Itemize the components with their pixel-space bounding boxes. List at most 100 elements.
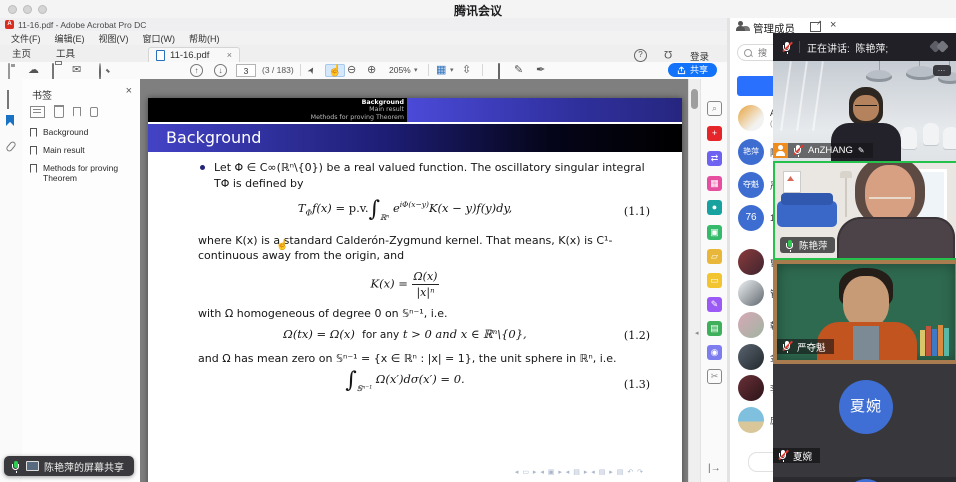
menu-help[interactable]: 帮助(H) — [182, 32, 227, 45]
equation-1-1: TΦf(x) = p.v.∫ℝⁿ eiΦ(x−y)K(x − y)f(y)dy,… — [198, 197, 650, 226]
search-tools-icon[interactable]: ⌕ — [707, 101, 722, 116]
new-bookmark-icon[interactable] — [73, 107, 81, 117]
page-display-icon[interactable]: ▦ — [436, 64, 446, 77]
select-tool-icon[interactable]: ➤ — [304, 64, 319, 77]
left-rail — [0, 79, 23, 482]
slide-header-blue-block — [407, 98, 682, 122]
expand-bookmark-icon[interactable] — [90, 107, 98, 117]
tab-tools[interactable]: 工具 — [46, 47, 85, 62]
expand-rail-icon[interactable]: |→ — [708, 463, 721, 474]
screen-share-label: 陈艳萍的屏幕共享 — [44, 459, 124, 474]
edit-pdf-icon[interactable]: ▣ — [707, 225, 722, 240]
page-number-input[interactable] — [236, 64, 256, 77]
acrobat-toolbar: ☁ ✉ ↑ ↓ (3 / 183) ➤ ☝ ⊖ ⊕ 205% ▾ ▦ ▾ ⇳ ✎… — [0, 62, 727, 80]
acrobat-window-title: 11-16.pdf - Adobe Acrobat Pro DC — [18, 20, 146, 30]
acrobat-tabbar: 主页 工具 11-16.pdf × ? Ω 登录 — [0, 45, 727, 63]
participant-name: 夏婉 — [793, 449, 812, 463]
screen-share-icon — [26, 461, 39, 471]
login-link[interactable]: 登录 — [690, 49, 709, 63]
menu-file[interactable]: 文件(F) — [4, 32, 48, 45]
avatar: 夺魁 — [738, 172, 764, 198]
acrobat-window: A 11-16.pdf - Adobe Acrobat Pro DC 文件(F)… — [0, 18, 727, 482]
menu-edit[interactable]: 编辑(E) — [48, 32, 92, 45]
video-tile-xiawan[interactable]: 夏婉 夏婉 — [773, 364, 956, 477]
slide-paragraph-4: and Ω has mean zero on 𝕊ⁿ⁻¹ = {x ∈ ℝⁿ : … — [198, 351, 650, 367]
next-page-icon[interactable]: ↓ — [214, 64, 227, 77]
app-title: 腾讯会议 — [0, 2, 956, 19]
equation-kernel: K(x) = Ω(x)|x|ⁿ — [198, 270, 650, 299]
previous-page-icon[interactable]: ↑ — [190, 64, 203, 77]
bookmark-item-main-result[interactable]: Main result — [30, 145, 134, 155]
protect-icon[interactable]: ◉ — [707, 345, 722, 360]
avatar — [738, 407, 764, 433]
equation-number: (1.2) — [612, 328, 650, 344]
tab-close-icon[interactable]: × — [227, 48, 232, 63]
slide-paragraph-2: where K(x) is a standard Calderón-Zygmun… — [198, 233, 650, 264]
zoom-out-icon[interactable]: ⊖ — [347, 64, 356, 77]
acrobat-titlebar: A 11-16.pdf - Adobe Acrobat Pro DC — [0, 18, 727, 31]
bookmarks-close-icon[interactable]: × — [126, 85, 132, 97]
collapse-rail-icon[interactable]: ◂ — [695, 329, 699, 337]
rename-pencil-icon[interactable]: ✎ — [858, 146, 865, 155]
tools-rail: ⌕ + ⇄ ▦ ● ▣ ▱ ▭ ✎ ▤ ◉ ✂ ◂ |→ — [700, 79, 728, 482]
attachments-icon[interactable] — [5, 140, 17, 152]
avatar — [738, 105, 764, 131]
participant-name: AnZHANG — [808, 145, 853, 156]
create-pdf-icon[interactable]: + — [707, 126, 722, 141]
slide-page: Background Main result Methods for provi… — [148, 98, 682, 482]
bookmarks-panel-icon[interactable] — [6, 115, 14, 126]
meeting-logo-icon — [930, 41, 950, 53]
page-display-caret-icon[interactable]: ▾ — [450, 64, 454, 77]
hand-tool-icon[interactable]: ☝ — [325, 64, 345, 77]
equation-number: (1.1) — [612, 204, 650, 220]
comment-tool-icon[interactable]: ▭ — [707, 273, 722, 288]
video-name-bar: 严夺魁 — [777, 339, 834, 354]
mic-muted-icon — [782, 41, 792, 54]
bookmark-icon — [30, 164, 37, 173]
video-tile-anzhang[interactable]: AnZHANG ✎ — [773, 61, 956, 161]
sign-icon[interactable]: ✒ — [536, 64, 545, 77]
acrobat-menubar: 文件(F) 编辑(E) 视图(V) 窗口(W) 帮助(H) — [0, 31, 727, 45]
avatar: 76 — [738, 205, 764, 231]
notifications-bell-icon[interactable]: Ω — [664, 48, 672, 60]
slide-paragraph-1: Let Φ ∈ C∞(ℝⁿ\{0}) be a real valued func… — [198, 160, 650, 191]
menu-window[interactable]: 窗口(W) — [136, 32, 183, 45]
zoom-dropdown-caret-icon[interactable]: ▾ — [414, 64, 418, 77]
bookmark-item-background[interactable]: Background — [30, 127, 134, 137]
tab-document[interactable]: 11-16.pdf × — [148, 47, 240, 62]
delete-bookmark-icon[interactable] — [54, 105, 64, 118]
document-area[interactable]: Background Main result Methods for provi… — [140, 79, 688, 482]
hand-cursor-icon: ☝ — [276, 240, 288, 251]
menu-view[interactable]: 视图(V) — [92, 32, 136, 45]
video-tile-chenyanping[interactable]: 陈艳萍 — [773, 161, 956, 260]
pencil-markup-icon[interactable]: ✎ — [514, 64, 523, 77]
zoom-level-value[interactable]: 205% — [389, 64, 411, 77]
page-thumbnails-icon[interactable] — [7, 90, 9, 109]
slide-paragraph-3: with Ω homogeneous of degree 0 on 𝕊ⁿ⁻¹, … — [198, 306, 650, 322]
zoom-in-icon[interactable]: ⊕ — [367, 64, 376, 77]
tab-home[interactable]: 主页 — [2, 47, 41, 62]
bookmark-item-methods[interactable]: Methods for proving Theorem — [30, 163, 134, 183]
equation-1-3: ∫𝕊ⁿ⁻¹ Ω(x′)dσ(x′) = 0. (1.3) — [198, 372, 650, 397]
print-production-icon[interactable]: ▤ — [707, 321, 722, 336]
convert-icon[interactable]: ▱ — [707, 249, 722, 264]
scrolling-mode-icon[interactable]: ⇳ — [462, 64, 471, 77]
mic-muted-icon — [782, 340, 792, 353]
screen-share-pill[interactable]: 陈艳萍的屏幕共享 — [4, 456, 134, 476]
video-tile-yanduokui[interactable]: 严夺魁 — [773, 260, 956, 364]
more-options-button[interactable]: … — [933, 65, 951, 76]
help-icon[interactable]: ? — [634, 49, 647, 62]
scrollbar-thumb[interactable] — [691, 89, 698, 109]
share-button-label: 共享 — [690, 63, 708, 77]
organize-pages-icon[interactable]: ▦ — [707, 176, 722, 191]
more-tools-icon[interactable]: ✂ — [707, 369, 722, 384]
bookmarks-panel-title: 书签 — [32, 87, 52, 102]
fill-sign-icon[interactable]: ✎ — [707, 297, 722, 312]
cloud-upload-icon[interactable]: ☁ — [28, 64, 39, 77]
share-button[interactable]: 共享 — [668, 63, 717, 77]
bookmark-options-icon[interactable] — [30, 106, 45, 118]
compress-pdf-icon[interactable]: ● — [707, 200, 722, 215]
export-pdf-icon[interactable]: ⇄ — [707, 151, 722, 166]
email-icon[interactable]: ✉ — [72, 64, 81, 77]
divider — [799, 41, 800, 53]
